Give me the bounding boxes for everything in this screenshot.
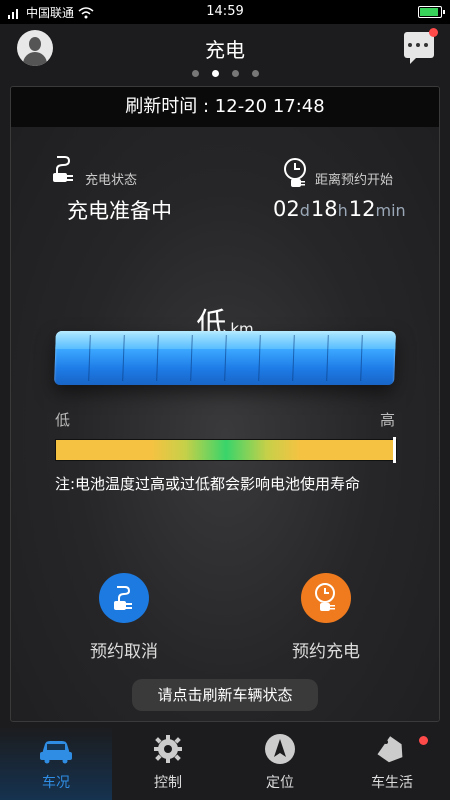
navigation-icon [265,734,295,764]
charge-status-label: 充电状态 [85,173,138,188]
charging-card: 刷新时间 : 12-20 17:48 充电状态 充电准备中 距离预约开始 02 … [10,86,440,722]
countdown-minutes: 12 [348,197,376,221]
notification-dot [419,736,428,745]
cancel-reservation-label: 预约取消 [90,642,158,662]
gear-icon [154,735,182,763]
page-dot[interactable] [251,70,259,77]
tab-vehicle-status[interactable]: 车况 [0,726,112,800]
page-dot-active[interactable] [211,70,219,77]
charge-status-value: 充电准备中 [67,199,172,223]
temperature-note: 注:电池温度过高或过低都会影响电池使用寿命 [55,475,361,493]
countdown-hour-unit: h [337,201,348,220]
message-badge [429,28,438,37]
countdown-hours: 18 [310,197,338,221]
book-charging-button[interactable]: 预约充电 [251,573,401,662]
message-icon[interactable] [404,28,438,64]
temperature-marker [393,437,396,463]
countdown-value: 02 d 18 h 12 min [273,197,407,221]
cancel-reservation-button[interactable]: 预约取消 [49,573,199,662]
plug-cancel-icon[interactable] [99,573,149,623]
tab-label: 车况 [42,775,70,791]
car-icon [40,741,72,764]
tab-location[interactable]: 定位 [224,726,336,800]
tab-control[interactable]: 控制 [112,726,224,800]
battery-status-icon [418,6,445,18]
refresh-hint-toast[interactable]: 请点击刷新车辆状态 [132,679,318,711]
temperature-high-label: 高 [379,411,395,429]
countdown-minute-unit: min [375,201,406,220]
page-indicator[interactable] [0,70,450,77]
plug-icon [53,156,73,182]
page-dot[interactable] [231,70,239,77]
refresh-time[interactable]: 刷新时间 : 12-20 17:48 [11,87,439,127]
app-header: 充电 [0,24,450,72]
page-dot[interactable] [191,70,199,77]
clock-book-icon[interactable] [301,573,351,623]
bottom-tab-bar: 车况 控制 定位 车生活 [0,726,450,800]
book-charging-label: 预约充电 [292,642,360,662]
temperature-low-label: 低 [55,411,71,429]
battery-graphic [54,331,396,385]
countdown-day-unit: d [299,201,310,220]
page-title: 充电 [205,38,245,62]
clock-plug-icon [284,158,306,187]
tag-icon [377,736,403,763]
tab-label: 车生活 [371,775,413,791]
tab-label: 定位 [266,775,294,791]
countdown-label: 距离预约开始 [315,173,394,188]
tab-car-life[interactable]: 车生活 [336,726,448,800]
temperature-bar [55,437,397,463]
status-time: 14:59 [206,4,244,19]
countdown-days: 02 [273,197,300,221]
status-bar: 中国联通 14:59 [0,0,450,24]
tab-label: 控制 [154,775,182,791]
